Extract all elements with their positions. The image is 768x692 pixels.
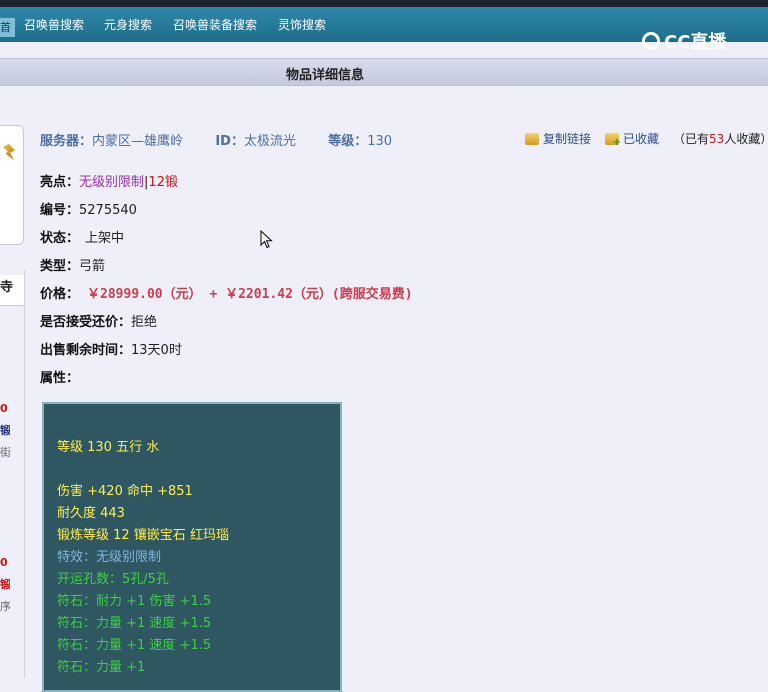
nav-item-pet-search[interactable]: 召唤兽搜索 — [24, 17, 84, 33]
highlight-forge: 12锻 — [148, 175, 178, 190]
highlight-no-level-limit: 无级别限制 — [79, 175, 145, 190]
attr-line: 符石：力量 +1 速度 +1.5 — [57, 616, 212, 631]
remaining-time-value: 13天0时 — [131, 343, 182, 358]
number-label: 编号： — [40, 203, 80, 218]
item-image-card — [0, 125, 24, 245]
favorite-count-prefix: （已有 — [673, 132, 710, 146]
id-label: ID： — [215, 134, 244, 149]
attr-line: 开运孔数：5孔/5孔 — [57, 572, 169, 587]
id-value: 太极流光 — [243, 134, 296, 149]
nav-item-ornament-search[interactable]: 灵饰搜索 — [278, 17, 326, 33]
attr-line: 符石：力量 +1 — [57, 660, 146, 675]
number-value: 5275540 — [79, 203, 137, 218]
cc-live-logo: CC直播 — [642, 26, 726, 56]
number-row: 编号：5275540 — [40, 199, 137, 218]
attr-line: 耐久度 443 — [57, 506, 125, 521]
favorite-count: 53 — [709, 131, 725, 146]
logo-ring-icon — [642, 32, 660, 50]
server-value: 内蒙区—雄鹰岭 — [92, 134, 184, 149]
status-label: 状态： — [40, 231, 80, 246]
type-value: 弓箭 — [79, 259, 106, 274]
highlight-row: 亮点：无级别限制|12锻 — [40, 171, 178, 190]
server-label: 服务器： — [40, 134, 93, 149]
favorited-button[interactable]: 已收藏 — [623, 130, 659, 147]
price-label: 价格： — [40, 287, 80, 302]
top-strip — [0, 0, 768, 7]
status-value: 上架中 — [85, 231, 125, 246]
remaining-time-label: 出售剩余时间： — [40, 343, 132, 358]
level-value: 130 — [367, 134, 393, 149]
action-links: 复制链接 已收藏 （已有53人收藏） — [525, 130, 768, 148]
highlight-label: 亮点： — [40, 175, 80, 190]
counter-offer-row: 是否接受还价：拒绝 — [40, 311, 157, 330]
attributes-box: 等级 130 五行 水 伤害 +420 命中 +851 耐久度 443 锻炼等级… — [42, 402, 342, 692]
left-frag: 锻 — [0, 424, 10, 437]
attributes-label: 属性： — [40, 371, 80, 386]
status-row: 状态： 上架中 — [40, 227, 124, 246]
title-bar: 物品详细信息 — [0, 58, 768, 86]
price-row: 价格： ￥28999.00（元） + ￥2201.42（元）(跨服交易费) — [40, 283, 413, 302]
copy-link-icon[interactable] — [525, 132, 539, 145]
copy-link-button[interactable]: 复制链接 — [543, 130, 591, 147]
attr-line: 特效：无级别限制 — [57, 550, 162, 565]
left-frag: 0 — [0, 402, 8, 415]
counter-offer-value: 拒绝 — [131, 315, 158, 330]
attr-line: 锻炼等级 12 镶嵌宝石 红玛瑙 — [57, 528, 229, 543]
favorite-icon[interactable] — [605, 132, 621, 148]
type-row: 类型：弓箭 — [40, 255, 105, 274]
sidebar-divider — [24, 270, 25, 678]
favorite-count-suffix: 人收藏） — [724, 132, 768, 146]
left-tab[interactable]: 寺 — [0, 275, 25, 306]
price-value: ￥28999.00（元） + ￥2201.42（元）(跨服交易费) — [87, 287, 413, 302]
level-label: 等级： — [328, 134, 368, 149]
left-frag: 街 — [0, 446, 11, 459]
remaining-time-row: 出售剩余时间：13天0时 — [40, 339, 182, 358]
left-frag: 序 — [0, 600, 10, 613]
nav-item-first[interactable]: 首 — [0, 18, 15, 37]
logo-text: CC直播 — [664, 32, 727, 53]
attr-line: 符石：力量 +1 速度 +1.5 — [57, 638, 212, 653]
page-title: 物品详细信息 — [285, 68, 364, 83]
left-frag: 0 — [0, 556, 8, 569]
attr-line: 等级 130 五行 水 — [57, 440, 160, 455]
type-label: 类型： — [40, 259, 80, 274]
attr-line: 伤害 +420 命中 +851 — [57, 484, 193, 499]
nav-item-yuanshen-search[interactable]: 元身搜索 — [104, 17, 152, 33]
left-frag: 锻 — [0, 578, 10, 591]
server-info-row: 服务器：内蒙区—雄鹰岭 ID：太极流光 等级：130 — [40, 130, 392, 149]
item-image-icon — [3, 144, 15, 160]
nav-item-pet-equip-search[interactable]: 召唤兽装备搜索 — [173, 17, 257, 33]
attributes-row: 属性： — [40, 367, 79, 386]
counter-offer-label: 是否接受还价： — [40, 315, 132, 330]
attr-line: 符石：耐力 +1 伤害 +1.5 — [57, 594, 212, 609]
